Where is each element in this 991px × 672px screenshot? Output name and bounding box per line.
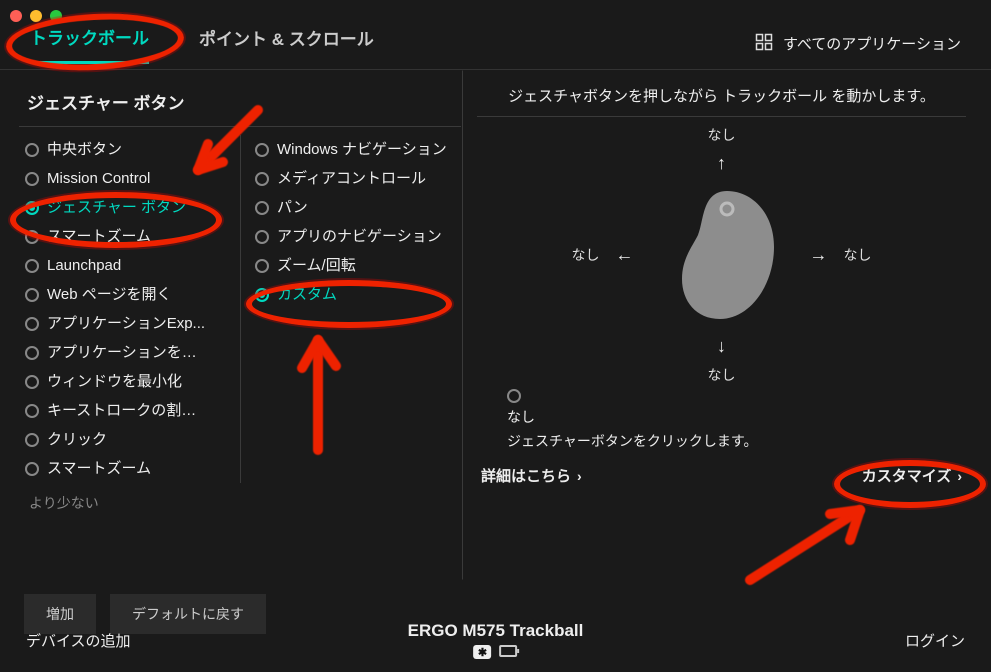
button-action-item-label: ウィンドウを最小化 [47,371,182,392]
receiver-icon: ✱ [474,645,492,659]
all-applications-button[interactable]: すべてのアプリケーション [755,33,961,55]
grid-icon [755,33,773,55]
button-action-item-label: ジェスチャー ボタン [47,197,186,218]
gesture-mode-item-label: パン [277,197,308,218]
radio-icon [255,230,269,244]
button-action-item[interactable]: Mission Control [19,164,236,193]
radio-icon [25,288,39,302]
radio-icon [25,172,39,186]
direction-up-label[interactable]: なし [708,125,736,145]
button-action-item-label: 中央ボタン [47,139,122,160]
radio-icon [25,404,39,418]
radio-icon [25,462,39,476]
button-action-item[interactable]: Web ページを開く [19,280,236,309]
direction-left-label[interactable]: なし [572,245,600,265]
radio-icon [25,433,39,447]
button-action-item[interactable]: アプリケーションを… [19,338,236,367]
click-action-description: ジェスチャーボタンをクリックします。 [477,431,966,451]
gesture-mode-item[interactable]: メディアコントロール [249,164,461,193]
button-action-item[interactable]: 中央ボタン [19,135,236,164]
gesture-mode-item[interactable]: アプリのナビゲーション [249,222,461,251]
click-action-radio[interactable] [477,389,966,403]
gesture-mode-item[interactable]: カスタム [249,280,461,309]
button-action-item-label: Mission Control [47,168,150,189]
tab-point-and-scroll[interactable]: ポイント & スクロール [199,25,374,62]
radio-icon [255,259,269,273]
radio-icon [25,230,39,244]
gesture-mode-item[interactable]: Windows ナビゲーション [249,135,461,164]
button-action-item[interactable]: スマートズーム [19,454,236,483]
device-indicator[interactable]: ERGO M575 Trackball ✱ [408,621,584,659]
button-action-item-label: スマートズーム [47,226,151,247]
button-action-item-label: キーストロークの割… [47,400,196,421]
gesture-mode-item-label: アプリのナビゲーション [277,226,442,247]
customize-link[interactable]: カスタマイズ › [862,465,962,486]
button-action-item-label: アプリケーションを… [47,342,197,363]
gesture-mode-item-label: カスタム [277,284,337,305]
gesture-mode-item-label: ズーム/回転 [277,255,356,276]
add-device-link[interactable]: デバイスの追加 [26,630,131,651]
button-action-item[interactable]: ウィンドウを最小化 [19,367,236,396]
tab-trackball[interactable]: トラックボール [30,24,149,64]
arrow-right-icon: → [810,245,828,266]
arrow-up-icon: ↑ [717,153,726,174]
gesture-direction-pad: なし ↑ なし ← なし → なし ↓ [572,125,872,385]
radio-icon [255,172,269,186]
details-link-label: 詳細はこちら [481,465,571,486]
section-title: ジェスチャー ボタン [19,85,461,126]
chevron-right-icon: › [577,468,582,484]
radio-icon [507,389,521,403]
gesture-button-panel: ジェスチャー ボタン 中央ボタン Mission Control ジェスチャー ボタ… [14,70,462,580]
chevron-right-icon: › [957,468,962,484]
button-action-item[interactable]: Launchpad [19,251,236,280]
show-less-link[interactable]: より少ない [19,483,461,513]
radio-icon [25,375,39,389]
button-action-item[interactable]: ジェスチャー ボタン [19,193,236,222]
direction-right-label[interactable]: なし [844,245,872,265]
radio-icon [25,259,39,273]
all-applications-label: すべてのアプリケーション [783,33,961,54]
gesture-instruction-text: ジェスチャボタンを押しながら トラックボール を動かします。 [477,85,966,116]
radio-icon [255,201,269,215]
radio-icon [255,143,269,157]
button-action-item[interactable]: スマートズーム [19,222,236,251]
button-action-item-label: Launchpad [47,255,121,276]
click-action-value: なし [477,407,966,427]
trackball-icon [672,185,782,325]
radio-icon [25,201,39,215]
button-action-item-label: アプリケーションExp... [47,313,205,334]
button-action-item[interactable]: キーストロークの割… [19,396,236,425]
button-action-item-label: Web ページを開く [47,284,171,305]
gesture-mode-item[interactable]: ズーム/回転 [249,251,461,280]
button-action-item-label: スマートズーム [47,458,151,479]
arrow-down-icon: ↓ [717,336,726,357]
gesture-mode-item-label: メディアコントロール [277,168,426,189]
radio-icon [25,346,39,360]
login-link[interactable]: ログイン [905,630,965,651]
button-action-item[interactable]: クリック [19,425,236,454]
button-action-list: 中央ボタン Mission Control ジェスチャー ボタンスマートズーム Lau… [19,135,241,483]
gesture-mode-item[interactable]: パン [249,193,461,222]
button-action-item-label: クリック [47,429,107,450]
gesture-mode-item-label: Windows ナビゲーション [277,139,447,160]
button-action-item[interactable]: アプリケーションExp... [19,309,236,338]
footer-bar: デバイスの追加 ERGO M575 Trackball ✱ ログイン [0,608,991,672]
arrow-left-icon: ← [616,245,634,266]
radio-icon [25,317,39,331]
device-name-label: ERGO M575 Trackball [408,621,584,641]
radio-icon [255,288,269,302]
battery-icon [500,645,518,657]
main-tabbar: トラックボール ポイント & スクロール すべてのアプリケーション [0,0,991,70]
customize-link-label: カスタマイズ [862,465,952,486]
gesture-mode-list: Windows ナビゲーションメディアコントロールパンアプリのナビゲーションズー… [241,135,461,483]
radio-icon [25,143,39,157]
gesture-config-panel: ジェスチャボタンを押しながら トラックボール を動かします。 なし ↑ なし ←… [462,70,977,580]
details-link[interactable]: 詳細はこちら › [481,465,582,486]
direction-down-label[interactable]: なし [708,365,736,385]
